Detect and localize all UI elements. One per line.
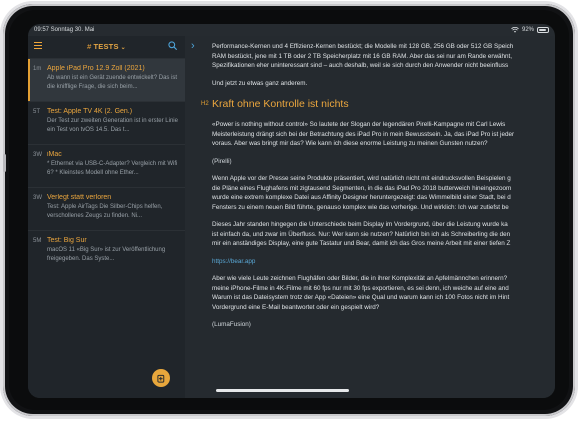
note-preview: macOS 11 «Big Sur» ist zur Veröffentlich…	[47, 247, 166, 262]
battery-percent: 92%	[521, 27, 534, 33]
note-preview: Ab wann ist ein Gerät zuende entwickelt?…	[47, 75, 178, 90]
note-list-item[interactable]: 1m Apple iPad Pro 12.9 Zoll (2021) Ab wa…	[28, 58, 185, 101]
paragraph: Und jetzt zu etwas ganz anderem.	[212, 79, 308, 87]
note-list-item[interactable]: 3W iMac * Ethernet via USB-C-Adapter? Ve…	[28, 144, 185, 187]
note-age: 5M	[33, 238, 42, 244]
note-preview: * Ethernet via USB-C-Adapter? Vergleich …	[47, 161, 178, 176]
note-list-item[interactable]: 5M Test: Big Sur macOS 11 «Big Sur» ist …	[28, 230, 185, 273]
paragraph: Aber wie viele Leute zeichnen Flughäfen …	[212, 275, 510, 311]
hash-icon: #	[87, 42, 92, 51]
heading-level-marker: H2	[201, 101, 209, 107]
paragraph: (Pirelli)	[212, 157, 232, 165]
paragraph: Dieses Jahr standen hingegen die Untersc…	[212, 221, 511, 247]
note-title: Test: Big Sur	[47, 237, 87, 244]
paragraph: (LumaFusion)	[212, 321, 251, 328]
device-side-button	[3, 154, 6, 172]
search-icon[interactable]	[168, 41, 177, 50]
note-title: Apple iPad Pro 12.9 Zoll (2021)	[47, 65, 145, 72]
note-title: iMac	[47, 151, 62, 158]
compose-icon	[156, 374, 164, 383]
note-age: 3W	[33, 152, 42, 158]
note-editor[interactable]: › Performance-Kernen und 4 Effizienz-Ker…	[185, 36, 555, 398]
app-screen: 09:57 Sonntag 30. Mai 92% # TESTS ⌄ 1m A…	[28, 24, 555, 398]
note-list-item[interactable]: 3W Verlegt statt verloren Test: Apple Ai…	[28, 187, 185, 230]
new-note-button[interactable]	[152, 369, 170, 387]
note-preview: Test: Apple AirTags Die Silber-Chips hel…	[47, 204, 163, 219]
chevron-down-icon: ⌄	[120, 45, 126, 51]
home-indicator[interactable]	[216, 389, 349, 392]
paragraph: «Power is nothing without control» So la…	[212, 121, 515, 147]
chevron-right-icon[interactable]: ›	[191, 40, 195, 52]
note-content: Performance-Kernen und 4 Effizienz-Kerne…	[201, 42, 552, 338]
note-title: Verlegt statt verloren	[47, 194, 112, 201]
section-heading: Kraft ohne Kontrolle ist nichts	[212, 98, 349, 110]
note-age: 3W	[33, 195, 42, 201]
list-title[interactable]: # TESTS ⌄	[28, 42, 185, 51]
sidebar-header: # TESTS ⌄	[28, 36, 185, 58]
bear-link[interactable]: https://bear.app	[212, 257, 552, 267]
paragraph: Wenn Apple vor der Presse seine Produkte…	[212, 175, 512, 211]
notes-sidebar: # TESTS ⌄ 1m Apple iPad Pro 12.9 Zoll (202…	[28, 36, 186, 398]
paragraph: Performance-Kernen und 4 Effizienz-Kerne…	[212, 43, 514, 69]
note-title: Test: Apple TV 4K (2. Gen.)	[47, 108, 133, 115]
heading-line: H2 Kraft ohne Kontrolle ist nichts	[201, 98, 552, 110]
battery-icon	[537, 27, 549, 33]
note-age: 1m	[33, 66, 42, 72]
status-indicators: 92%	[511, 27, 549, 33]
note-preview: Der Test zur zweiten Generation ist in e…	[47, 118, 178, 133]
wifi-icon	[511, 27, 519, 33]
list-title-label: TESTS	[93, 42, 119, 51]
notes-list: 1m Apple iPad Pro 12.9 Zoll (2021) Ab wa…	[28, 58, 185, 273]
note-age: 5T	[33, 109, 41, 115]
note-list-item[interactable]: 5T Test: Apple TV 4K (2. Gen.) Der Test …	[28, 101, 185, 144]
status-bar: 09:57 Sonntag 30. Mai 92%	[28, 24, 555, 36]
status-time-date: 09:57 Sonntag 30. Mai	[34, 27, 95, 33]
